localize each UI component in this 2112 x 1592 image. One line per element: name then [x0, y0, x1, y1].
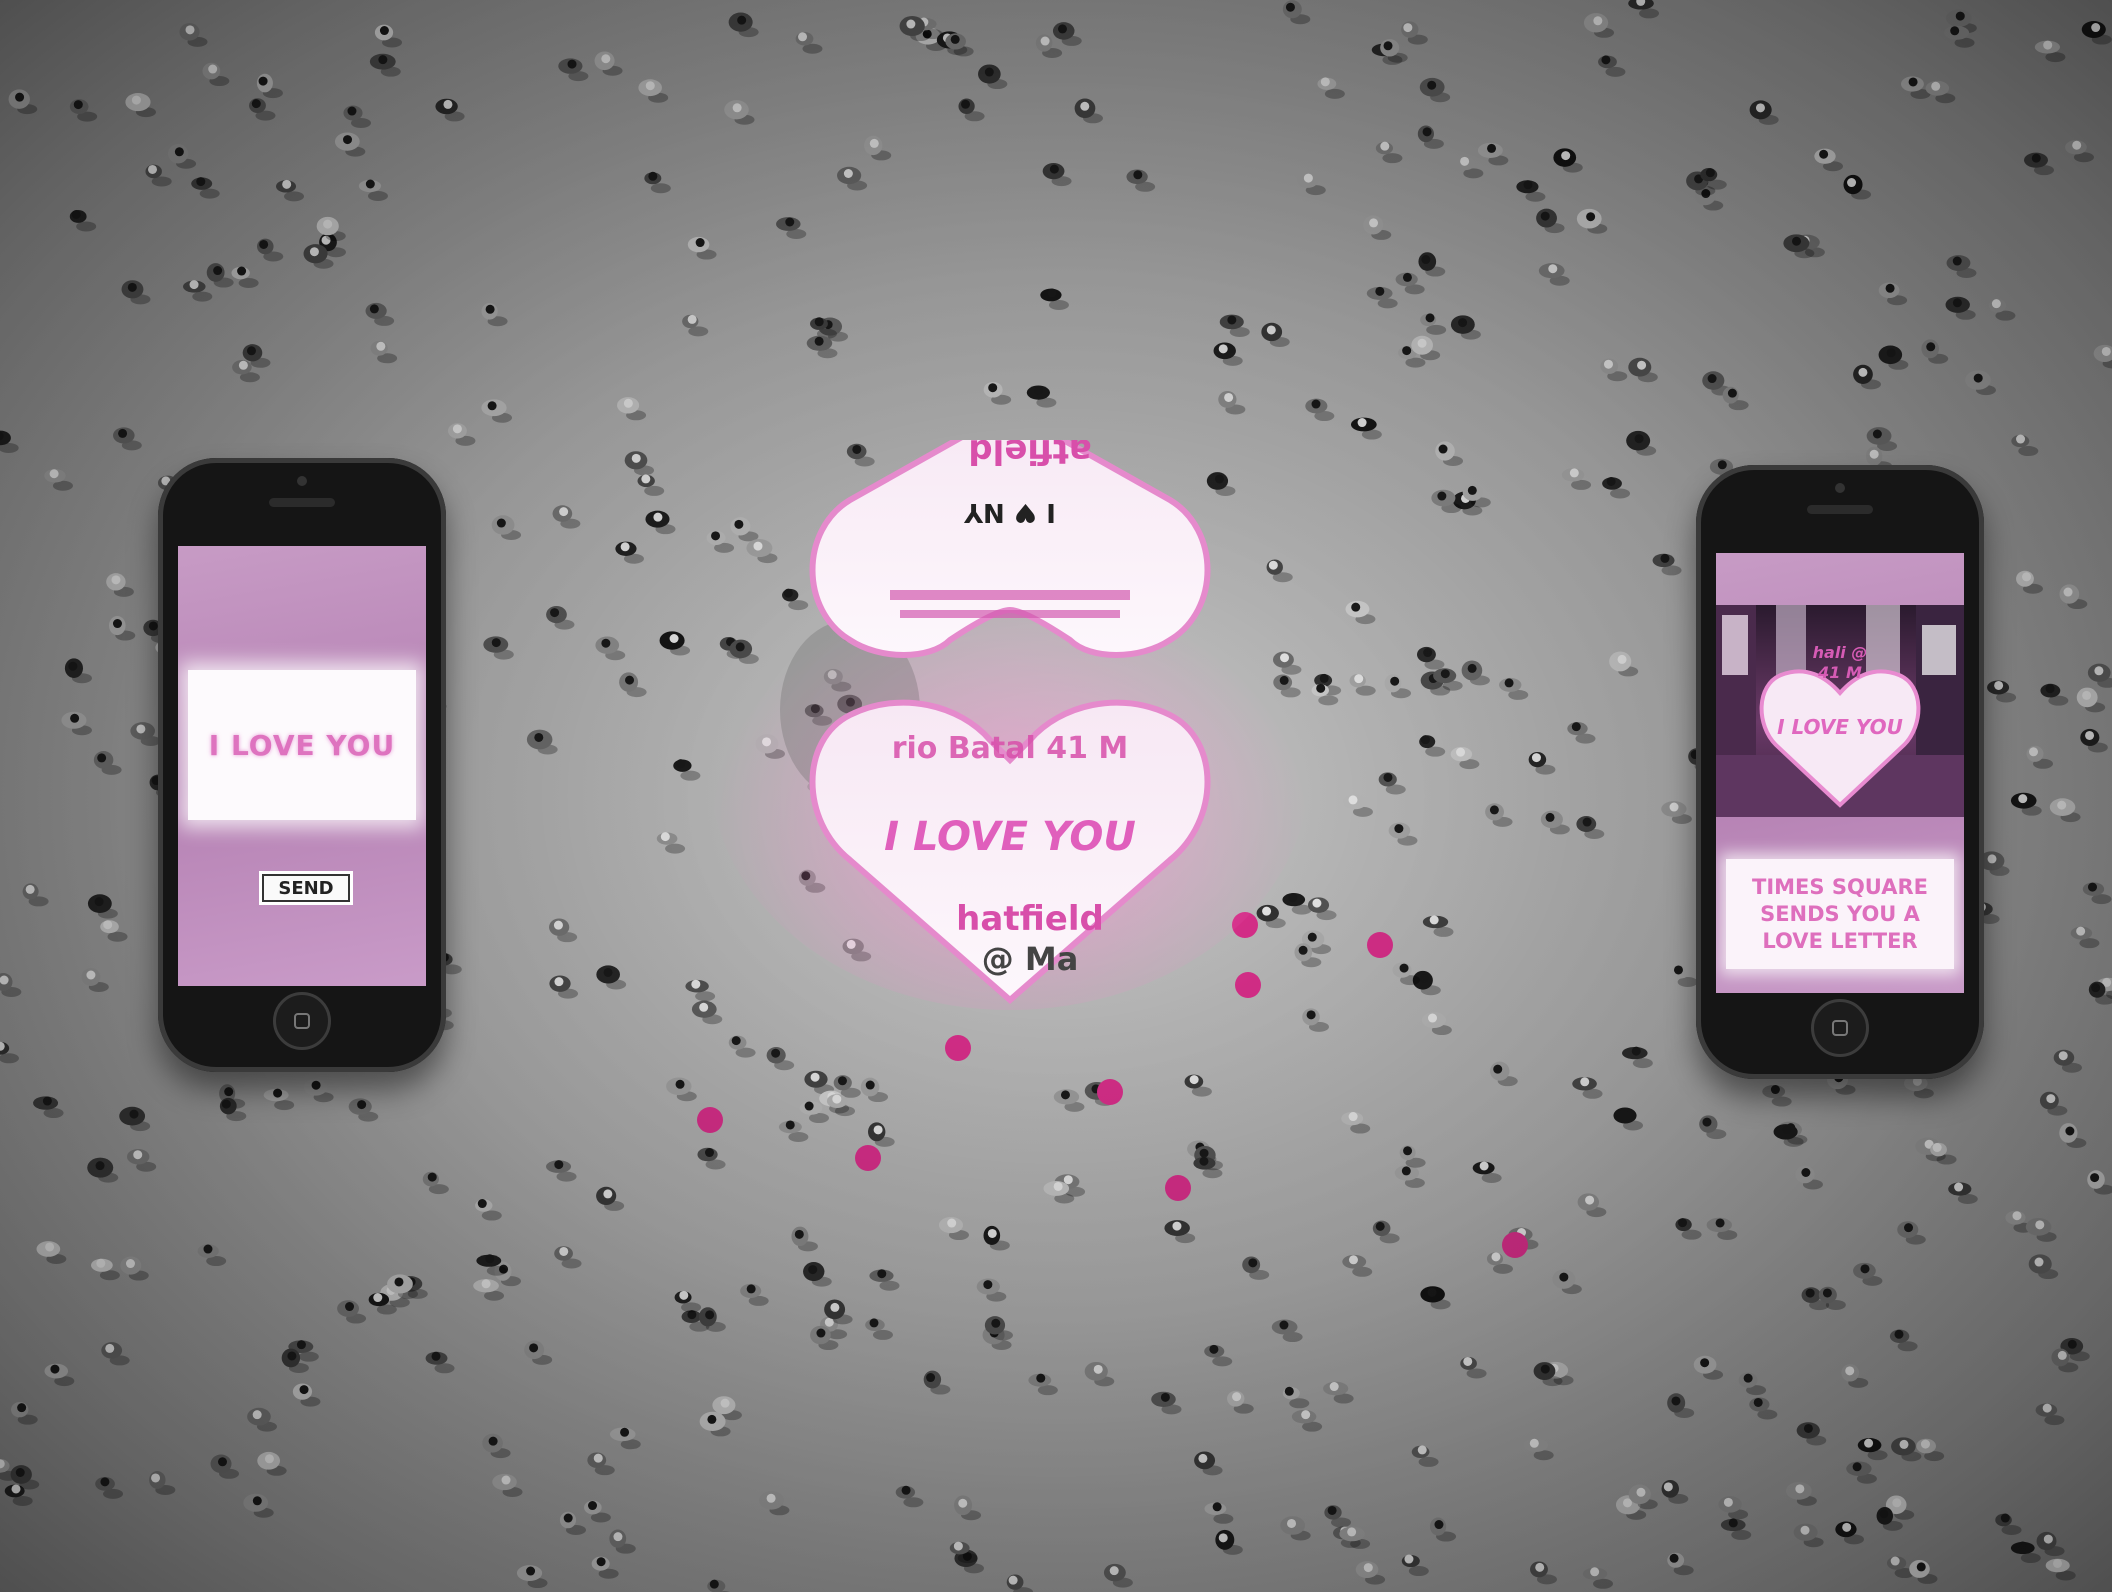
home-button[interactable] — [273, 992, 331, 1050]
phone-camera — [297, 476, 307, 486]
phone-speaker — [269, 498, 335, 507]
caption-text: TIMES SQUARE SENDS YOU A LOVE LETTER — [1752, 874, 1928, 953]
message-input[interactable]: I LOVE YOU — [188, 670, 416, 820]
times-square-preview-image: hali @ 41 M I LOVE YOU — [1716, 605, 1964, 817]
heart-sculpture: I ♥ NY atfield rio Batal 41 M I LOVE YOU… — [710, 440, 1310, 1010]
caption-box: TIMES SQUARE SENDS YOU A LOVE LETTER — [1726, 859, 1954, 969]
right-phone: hali @ 41 M I LOVE YOU TIMES SQUARE SEND… — [1696, 465, 1984, 1079]
preview-line-3: 41 M — [1818, 663, 1862, 682]
bottom-heart-text: I LOVE YOU — [884, 814, 1136, 860]
left-phone: I LOVE YOU SEND — [158, 458, 446, 1072]
preview-line-1: hali @ — [1812, 643, 1868, 662]
home-button[interactable] — [1811, 999, 1869, 1057]
left-phone-screen: I LOVE YOU SEND — [178, 546, 426, 986]
message-text: I LOVE YOU — [208, 728, 396, 762]
bottom-heart-marquee-2: rio Batal 41 M — [892, 731, 1129, 766]
phone-camera — [1835, 483, 1845, 493]
times-square-scene — [1716, 605, 1964, 817]
phone-speaker — [1807, 505, 1873, 514]
bottom-heart-marquee-3: @ Ma — [982, 940, 1079, 978]
top-heart-text: I ♥ NY — [963, 497, 1056, 527]
right-phone-screen: hali @ 41 M I LOVE YOU TIMES SQUARE SEND… — [1716, 553, 1964, 993]
bottom-heart-marquee-1: hatfield — [956, 899, 1104, 939]
preview-heart-text: I LOVE YOU — [1777, 715, 1903, 739]
top-heart-marquee: atfield — [968, 440, 1091, 471]
send-button[interactable]: SEND — [262, 874, 350, 902]
